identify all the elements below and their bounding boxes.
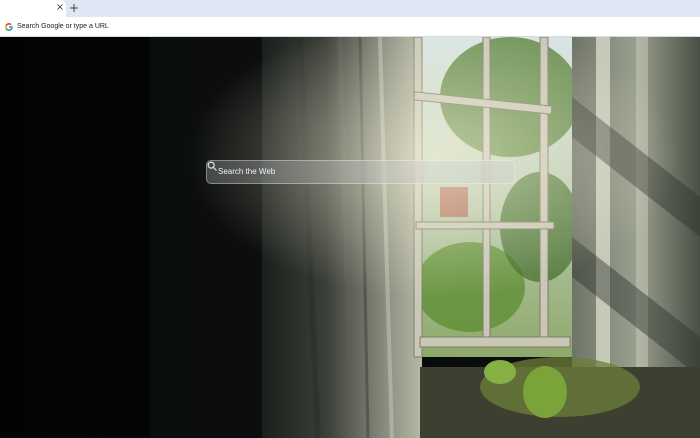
background-image [0,37,700,438]
address-bar[interactable]: Search Google or type a URL [2,19,698,35]
browser-toolbar: Search Google or type a URL [0,17,700,37]
tab-strip: × + [0,0,700,17]
omnibox-placeholder[interactable]: Search Google or type a URL [17,21,109,33]
active-tab[interactable]: × [0,0,66,17]
new-tab-button[interactable]: + [68,1,80,15]
tab-close-icon[interactable]: × [55,2,65,14]
new-tab-page: Search the Web [0,37,700,438]
search-placeholder[interactable]: Search the Web [218,161,275,183]
google-g-icon [5,23,13,31]
magnifier-icon[interactable] [207,161,217,171]
search-box[interactable]: Search the Web [206,160,515,184]
